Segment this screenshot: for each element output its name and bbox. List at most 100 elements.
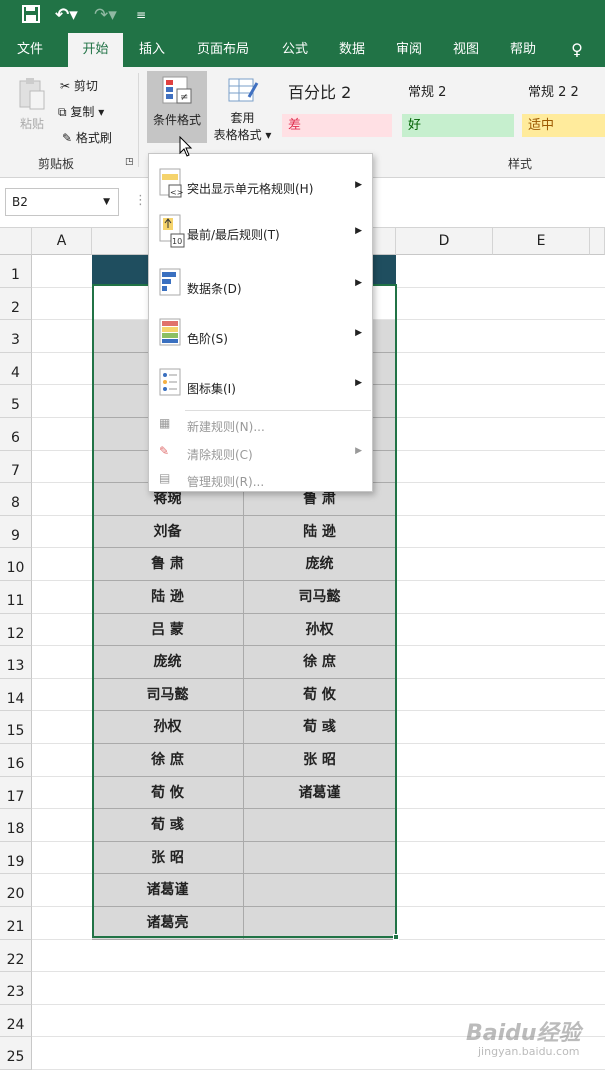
row-header[interactable]: 6: [0, 418, 32, 451]
style-normal22[interactable]: 常规 2 2: [522, 81, 605, 104]
row-header[interactable]: 14: [0, 679, 32, 711]
style-good[interactable]: 好: [402, 114, 514, 137]
submenu-arrow-icon: ▶: [355, 226, 362, 236]
tab-file[interactable]: 文件: [10, 33, 50, 67]
row-header[interactable]: 21: [0, 907, 32, 940]
row-header[interactable]: 4: [0, 353, 32, 385]
undo-icon[interactable]: ↶▾: [55, 5, 78, 25]
new-rule-icon: ▦: [159, 416, 171, 430]
styles-group-label: 样式: [508, 157, 533, 171]
tab-review[interactable]: 审阅: [389, 33, 429, 67]
svg-text:≠: ≠: [180, 92, 188, 103]
tab-data[interactable]: 数据: [332, 33, 372, 67]
watermark-logo: Baidu经验: [466, 1021, 581, 1046]
row-header[interactable]: 19: [0, 842, 32, 874]
conditional-format-button[interactable]: ≠ 条件格式: [147, 71, 207, 143]
row-header[interactable]: 9: [0, 516, 32, 548]
format-painter-button[interactable]: ✎ 格式刷: [62, 129, 112, 146]
top-bottom-icon: 10: [159, 214, 185, 248]
clear-rules-label: 清除规则(C): [187, 448, 253, 462]
watermark-url: jingyan.baidu.com: [478, 1045, 580, 1058]
table-format-icon: [228, 78, 258, 102]
svg-text:10: 10: [172, 237, 182, 246]
submenu-arrow-icon: ▶: [355, 180, 362, 190]
tab-page-layout[interactable]: 页面布局: [188, 33, 258, 67]
row-header[interactable]: 11: [0, 581, 32, 614]
column-header-f[interactable]: [590, 228, 605, 255]
color-scales-icon: [159, 318, 181, 346]
tab-view[interactable]: 视图: [446, 33, 486, 67]
save-icon[interactable]: [22, 5, 40, 28]
clipboard-group-label: 剪贴板: [38, 157, 75, 171]
top-bottom-label: 最前/最后规则(T): [187, 228, 280, 242]
row-header[interactable]: 15: [0, 711, 32, 744]
conditional-format-icon: ≠: [162, 76, 192, 104]
menu-item-highlight-rules[interactable]: <> 突出显示单元格规则(H) ▶: [149, 160, 372, 210]
row-header[interactable]: 20: [0, 874, 32, 907]
row-header[interactable]: 7: [0, 451, 32, 483]
data-bars-icon: [159, 268, 181, 296]
menu-item-clear-rules[interactable]: ✎ 清除规则(C) ▶: [149, 438, 372, 466]
column-header-a[interactable]: A: [32, 228, 92, 255]
svg-text:<>: <>: [170, 188, 183, 197]
style-bad[interactable]: 差: [282, 114, 392, 137]
row-header[interactable]: 22: [0, 940, 32, 972]
menu-item-new-rule[interactable]: ▦ 新建规则(N)...: [149, 410, 372, 438]
row-header[interactable]: 25: [0, 1037, 32, 1070]
conditional-format-menu: <> 突出显示单元格规则(H) ▶ 10 最前/最后规则(T) ▶ 数据条(D)…: [148, 153, 373, 492]
copy-label: 复制: [70, 105, 95, 119]
grid-line: [32, 971, 605, 972]
cut-button[interactable]: ✂ 剪切: [60, 77, 98, 94]
tab-formulas[interactable]: 公式: [275, 33, 315, 67]
paste-button[interactable]: 粘贴: [12, 77, 52, 147]
row-header[interactable]: 8: [0, 483, 32, 516]
row-header[interactable]: 24: [0, 1005, 32, 1037]
dialog-launcher-icon[interactable]: ◳: [125, 157, 134, 167]
row-header[interactable]: 3: [0, 320, 32, 353]
tell-me-icon[interactable]: ♀: [562, 33, 592, 67]
menu-item-manage-rules[interactable]: ▤ 管理规则(R)...: [149, 466, 372, 492]
cut-label: 剪切: [73, 79, 98, 93]
menu-item-color-scales[interactable]: 色阶(S) ▶: [149, 310, 372, 360]
row-header[interactable]: 5: [0, 385, 32, 418]
submenu-arrow-icon: ▶: [355, 328, 362, 338]
highlight-rules-icon: <>: [159, 168, 183, 198]
fill-handle[interactable]: [393, 934, 399, 940]
format-as-table-label-1: 套用: [230, 111, 255, 125]
select-all-corner[interactable]: [0, 228, 32, 255]
column-header-d[interactable]: D: [396, 228, 493, 255]
tab-help[interactable]: 帮助: [503, 33, 543, 67]
style-neutral[interactable]: 适中: [522, 114, 605, 137]
copy-button[interactable]: ⧉ 复制 ▾: [58, 103, 104, 120]
style-percent2[interactable]: 百分比 2: [282, 81, 392, 104]
chevron-down-icon[interactable]: ▼: [103, 189, 110, 215]
tab-insert[interactable]: 插入: [132, 33, 172, 67]
menu-item-data-bars[interactable]: 数据条(D) ▶: [149, 260, 372, 310]
ribbon-tabs: 文件 开始 插入 页面布局 公式 数据 审阅 视图 帮助 ♀: [0, 33, 605, 68]
icon-sets-label: 图标集(I): [187, 382, 236, 396]
menu-item-top-bottom-rules[interactable]: 10 最前/最后规则(T) ▶: [149, 210, 372, 260]
row-header[interactable]: 2: [0, 288, 32, 320]
data-bars-label: 数据条(D): [187, 282, 242, 296]
redo-icon[interactable]: ↷▾: [94, 5, 117, 25]
manage-rules-label: 管理规则(R)...: [187, 475, 265, 489]
customize-icon[interactable]: ≡: [136, 8, 146, 22]
row-header[interactable]: 16: [0, 744, 32, 777]
tab-home[interactable]: 开始: [68, 33, 123, 68]
row-header[interactable]: 10: [0, 548, 32, 581]
highlight-rules-label: 突出显示单元格规则(H): [187, 182, 314, 196]
row-header[interactable]: 18: [0, 809, 32, 842]
row-header[interactable]: 23: [0, 972, 32, 1005]
format-as-table-button[interactable]: 套用 表格格式 ▾: [210, 77, 275, 143]
row-header[interactable]: 13: [0, 646, 32, 679]
style-normal2[interactable]: 常规 2: [402, 81, 512, 104]
row-header[interactable]: 1: [0, 255, 32, 288]
manage-rules-icon: ▤: [159, 471, 171, 485]
row-header[interactable]: 17: [0, 777, 32, 809]
copy-icon: ⧉: [58, 105, 67, 119]
clipboard-icon: [19, 78, 45, 110]
column-header-e[interactable]: E: [493, 228, 590, 255]
name-box[interactable]: B2 ▼: [5, 188, 119, 216]
row-header[interactable]: 12: [0, 614, 32, 646]
menu-item-icon-sets[interactable]: 图标集(I) ▶: [149, 360, 372, 410]
